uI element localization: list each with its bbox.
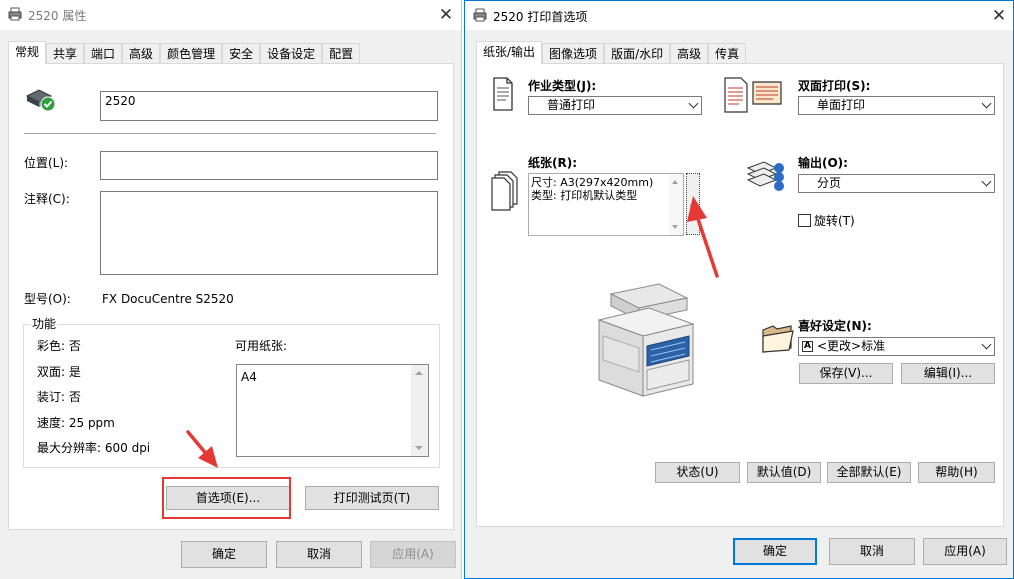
available-paper-list[interactable]: A4 bbox=[236, 364, 429, 457]
window-title: 2520 属性 bbox=[28, 9, 87, 23]
print-test-page-button[interactable]: 打印测试页(T) bbox=[305, 486, 439, 510]
paper-type-text: 类型: 打印机默认类型 bbox=[531, 189, 638, 202]
defaults-button[interactable]: 默认值(D) bbox=[747, 462, 821, 483]
scroll-down-icon[interactable] bbox=[672, 225, 678, 229]
status-button[interactable]: 状态(U) bbox=[655, 462, 740, 483]
tab-sharing[interactable]: 共享 bbox=[46, 43, 85, 64]
tab-configuration[interactable]: 配置 bbox=[322, 43, 361, 64]
duplex-select[interactable]: 单面打印 bbox=[798, 96, 995, 115]
location-label: 位置(L): bbox=[24, 156, 69, 170]
annotation-highlight-box bbox=[162, 477, 291, 519]
window-title: 2520 打印首选项 bbox=[493, 10, 588, 24]
apply-button[interactable]: 应用(A) bbox=[923, 538, 1007, 565]
feature-duplex: 双面: 是 bbox=[37, 365, 81, 379]
tab-security[interactable]: 安全 bbox=[222, 43, 261, 64]
rotate-label: 旋转(T) bbox=[814, 214, 855, 228]
tab-bar: 纸张/输出 图像选项 版面/水印 高级 传真 bbox=[476, 41, 747, 64]
feature-color: 彩色: 否 bbox=[37, 339, 81, 353]
cancel-button[interactable]: 取消 bbox=[276, 541, 362, 568]
job-type-label: 作业类型(J): bbox=[528, 79, 597, 93]
ok-button[interactable]: 确定 bbox=[181, 541, 267, 568]
paper-label: 纸张(R): bbox=[528, 156, 578, 170]
chevron-down-icon bbox=[981, 98, 992, 109]
output-collate-icon bbox=[746, 161, 784, 191]
paper-summary-box[interactable]: 尺寸: A3(297x420mm) 类型: 打印机默认类型 bbox=[528, 173, 684, 236]
features-groupbox: 功能 彩色: 否 双面: 是 装订: 否 速度: 25 ppm 最大分辨率: 6… bbox=[23, 317, 440, 468]
duplex-print-icon bbox=[724, 77, 782, 113]
close-button[interactable]: ✕ bbox=[986, 3, 1012, 29]
chevron-down-icon bbox=[981, 339, 992, 350]
close-button[interactable]: ✕ bbox=[433, 2, 459, 28]
list-item[interactable]: A4 bbox=[241, 369, 257, 385]
folder-icon bbox=[762, 325, 794, 353]
job-type-select[interactable]: 普通打印 bbox=[528, 96, 702, 115]
scroll-down-icon[interactable] bbox=[415, 446, 423, 450]
tab-layout-watermark[interactable]: 版面/水印 bbox=[604, 43, 671, 64]
divider bbox=[24, 133, 436, 134]
printer-icon bbox=[473, 8, 487, 22]
tab-paper-output[interactable]: 纸张/输出 bbox=[476, 41, 543, 64]
title-bar: 2520 打印首选项 ✕ bbox=[465, 1, 1013, 30]
title-bar: 2520 属性 ✕ bbox=[0, 0, 461, 30]
scroll-up-icon[interactable] bbox=[415, 371, 423, 375]
scrollbar[interactable] bbox=[411, 365, 428, 456]
scrollbar[interactable] bbox=[669, 174, 683, 235]
output-value: 分页 bbox=[817, 176, 842, 190]
output-label: 输出(O): bbox=[798, 156, 848, 170]
paper-size-text: 尺寸: A3(297x420mm) bbox=[531, 176, 654, 189]
favorites-select[interactable]: A <更改>标准 bbox=[798, 337, 995, 356]
comment-input[interactable] bbox=[100, 191, 438, 275]
paper-stack-icon bbox=[491, 171, 518, 211]
document-icon bbox=[493, 77, 513, 111]
location-input[interactable] bbox=[100, 151, 438, 180]
help-button[interactable]: 帮助(H) bbox=[918, 462, 995, 483]
paper-output-tab-panel: 作业类型(J): 普通打印 双面打印(S): 单面打印 纸张(R): 尺寸: A… bbox=[476, 63, 1004, 527]
tab-bar: 常规 共享 端口 高级 颜色管理 安全 设备设定 配置 bbox=[8, 41, 361, 64]
output-select[interactable]: 分页 bbox=[798, 174, 995, 193]
annotation-arrow-icon bbox=[186, 430, 218, 468]
favorite-a-icon: A bbox=[802, 341, 813, 352]
cancel-button[interactable]: 取消 bbox=[829, 538, 915, 565]
ok-button[interactable]: 确定 bbox=[733, 538, 817, 565]
tab-ports[interactable]: 端口 bbox=[84, 43, 123, 64]
annotation-arrow-icon bbox=[687, 196, 719, 278]
tab-color-management[interactable]: 颜色管理 bbox=[160, 43, 223, 64]
all-defaults-button[interactable]: 全部默认(E) bbox=[827, 462, 911, 483]
save-button[interactable]: 保存(V)... bbox=[799, 363, 893, 384]
feature-max-resolution: 最大分辨率: 600 dpi bbox=[37, 441, 151, 455]
favorites-value: <更改>标准 bbox=[817, 339, 886, 353]
edit-button[interactable]: 编辑(I)... bbox=[901, 363, 995, 384]
feature-staple: 装订: 否 bbox=[37, 390, 81, 404]
scroll-up-icon[interactable] bbox=[672, 180, 678, 184]
chevron-down-icon bbox=[688, 98, 699, 109]
printer-illustration-icon bbox=[597, 283, 695, 397]
tab-image-options[interactable]: 图像选项 bbox=[542, 43, 605, 64]
tab-advanced[interactable]: 高级 bbox=[670, 43, 709, 64]
features-title: 功能 bbox=[30, 317, 59, 331]
available-paper-label: 可用纸张: bbox=[235, 339, 288, 353]
duplex-label: 双面打印(S): bbox=[798, 79, 871, 93]
printer-name-input[interactable]: 2520 bbox=[100, 91, 438, 121]
comment-label: 注释(C): bbox=[24, 192, 70, 206]
favorites-label: 喜好设定(N): bbox=[798, 319, 872, 333]
tab-general[interactable]: 常规 bbox=[8, 41, 47, 64]
tab-advanced[interactable]: 高级 bbox=[122, 43, 161, 64]
tab-fax[interactable]: 传真 bbox=[708, 43, 747, 64]
model-label: 型号(O): bbox=[24, 292, 71, 306]
tab-device-settings[interactable]: 设备设定 bbox=[260, 43, 323, 64]
printing-preferences-window: 2520 打印首选项 ✕ 纸张/输出 图像选项 版面/水印 高级 传真 作业类型… bbox=[464, 0, 1014, 579]
job-type-value: 普通打印 bbox=[547, 98, 596, 112]
general-tab-panel: 2520 位置(L): 注释(C): 型号(O): FX DocuCentre … bbox=[8, 63, 454, 530]
printer-properties-window: 2520 属性 ✕ 常规 共享 端口 高级 颜色管理 安全 设备设定 配置 25… bbox=[0, 0, 462, 579]
printer-icon bbox=[8, 7, 22, 21]
printer-name-value: 2520 bbox=[105, 94, 136, 108]
model-value: FX DocuCentre S2520 bbox=[102, 292, 234, 306]
rotate-checkbox[interactable] bbox=[798, 214, 811, 227]
chevron-down-icon bbox=[981, 176, 992, 187]
feature-speed: 速度: 25 ppm bbox=[37, 416, 115, 430]
apply-button[interactable]: 应用(A) bbox=[370, 541, 456, 568]
duplex-value: 单面打印 bbox=[817, 98, 866, 112]
printer-ready-icon bbox=[25, 89, 56, 112]
